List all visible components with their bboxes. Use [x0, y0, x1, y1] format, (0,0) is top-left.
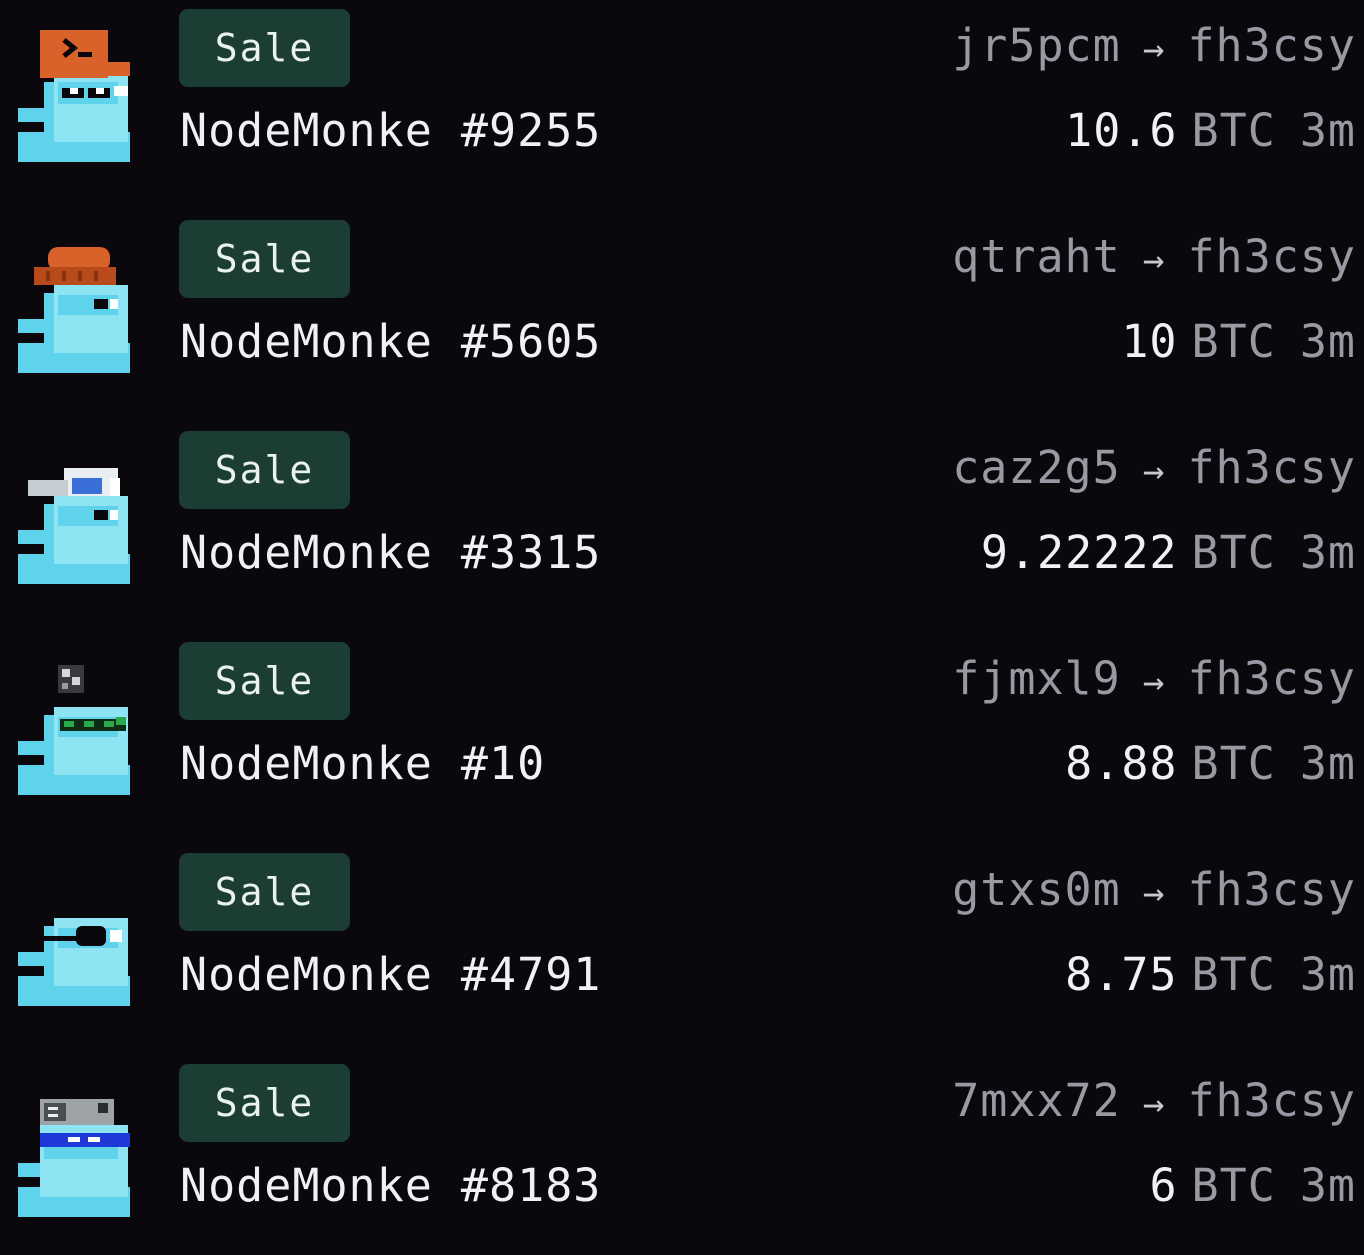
- price-line: 8.75 BTC 3m: [1065, 947, 1356, 1003]
- sale-row[interactable]: Sale NodeMonke #4791 gtxs0m → fh3csy 8.75 B…: [0, 844, 1364, 1044]
- transfer-addresses: jr5pcm → fh3csy: [952, 18, 1356, 78]
- transfer-addresses: caz2g5 → fh3csy: [952, 440, 1356, 500]
- nodemonke-avatar-eyepatch: [18, 918, 130, 1006]
- price-unit: BTC: [1191, 948, 1276, 1001]
- nodemonke-avatar-green-visor: [18, 665, 130, 795]
- nft-name[interactable]: NodeMonke #5605: [180, 314, 601, 370]
- from-address[interactable]: fjmxl9: [952, 652, 1121, 705]
- sale-row[interactable]: Sale NodeMonke #5605 qtraht → fh3csy 10 BTC…: [0, 211, 1364, 411]
- price-value: 6: [1149, 1159, 1178, 1212]
- nft-name[interactable]: NodeMonke #8183: [180, 1158, 601, 1214]
- sale-badge: Sale: [179, 853, 350, 931]
- to-address[interactable]: fh3csy: [1187, 1074, 1356, 1127]
- to-address[interactable]: fh3csy: [1187, 230, 1356, 283]
- price-line: 9.22222 BTC 3m: [981, 525, 1356, 581]
- nft-name[interactable]: NodeMonke #10: [180, 736, 545, 792]
- sales-feed: Sale NodeMonke #9255 jr5pcm → fh3csy 10.6 B…: [0, 0, 1364, 1236]
- time-ago: 3m: [1299, 1159, 1356, 1212]
- from-address[interactable]: gtxs0m: [952, 863, 1121, 916]
- transfer-addresses: qtraht → fh3csy: [952, 229, 1356, 289]
- sale-badge: Sale: [179, 431, 350, 509]
- nodemonke-avatar-orange-cap: [18, 30, 130, 162]
- from-address[interactable]: caz2g5: [952, 441, 1121, 494]
- sale-badge: Sale: [179, 1064, 350, 1142]
- from-address[interactable]: qtraht: [952, 230, 1121, 283]
- price-value: 8.88: [1065, 737, 1178, 790]
- time-ago: 3m: [1299, 737, 1356, 790]
- time-ago: 3m: [1299, 948, 1356, 1001]
- arrow-right-icon: →: [1142, 662, 1166, 703]
- nft-name[interactable]: NodeMonke #3315: [180, 525, 601, 581]
- price-value: 8.75: [1065, 948, 1178, 1001]
- sale-row[interactable]: Sale NodeMonke #9255 jr5pcm → fh3csy 10.6 B…: [0, 0, 1364, 200]
- from-address[interactable]: jr5pcm: [952, 19, 1121, 72]
- price-line: 6 BTC 3m: [1149, 1158, 1356, 1214]
- sale-row[interactable]: Sale NodeMonke #8183 7mxx72 → fh3csy 6 BTC 3…: [0, 1055, 1364, 1255]
- to-address[interactable]: fh3csy: [1187, 863, 1356, 916]
- price-value: 10: [1121, 315, 1178, 368]
- price-line: 10.6 BTC 3m: [1065, 103, 1356, 159]
- from-address[interactable]: 7mxx72: [952, 1074, 1121, 1127]
- transfer-addresses: gtxs0m → fh3csy: [952, 862, 1356, 922]
- to-address[interactable]: fh3csy: [1187, 652, 1356, 705]
- price-unit: BTC: [1191, 526, 1276, 579]
- sale-badge: Sale: [179, 642, 350, 720]
- arrow-right-icon: →: [1142, 451, 1166, 492]
- sale-row[interactable]: Sale NodeMonke #10 fjmxl9 → fh3csy 8.88 BTC…: [0, 633, 1364, 833]
- nft-name[interactable]: NodeMonke #9255: [180, 103, 601, 159]
- price-value: 9.22222: [980, 526, 1178, 579]
- price-value: 10.6: [1065, 104, 1178, 157]
- price-unit: BTC: [1191, 737, 1276, 790]
- price-unit: BTC: [1191, 1159, 1276, 1212]
- price-line: 8.88 BTC 3m: [1065, 736, 1356, 792]
- arrow-right-icon: →: [1142, 1084, 1166, 1125]
- nodemonke-avatar-white-cap: [18, 468, 130, 584]
- arrow-right-icon: →: [1142, 873, 1166, 914]
- arrow-right-icon: →: [1142, 240, 1166, 281]
- time-ago: 3m: [1299, 315, 1356, 368]
- price-unit: BTC: [1191, 104, 1276, 157]
- price-line: 10 BTC 3m: [1121, 314, 1356, 370]
- to-address[interactable]: fh3csy: [1187, 19, 1356, 72]
- nodemonke-avatar-orange-beanie: [18, 247, 130, 373]
- nodemonke-avatar-blue-visor: [18, 1099, 130, 1217]
- sale-row[interactable]: Sale NodeMonke #3315 caz2g5 → fh3csy 9.222…: [0, 422, 1364, 622]
- arrow-right-icon: →: [1142, 29, 1166, 70]
- time-ago: 3m: [1299, 104, 1356, 157]
- transfer-addresses: 7mxx72 → fh3csy: [952, 1073, 1356, 1133]
- sale-badge: Sale: [179, 9, 350, 87]
- nft-name[interactable]: NodeMonke #4791: [180, 947, 601, 1003]
- transfer-addresses: fjmxl9 → fh3csy: [952, 651, 1356, 711]
- sale-badge: Sale: [179, 220, 350, 298]
- time-ago: 3m: [1299, 526, 1356, 579]
- to-address[interactable]: fh3csy: [1187, 441, 1356, 494]
- price-unit: BTC: [1191, 315, 1276, 368]
